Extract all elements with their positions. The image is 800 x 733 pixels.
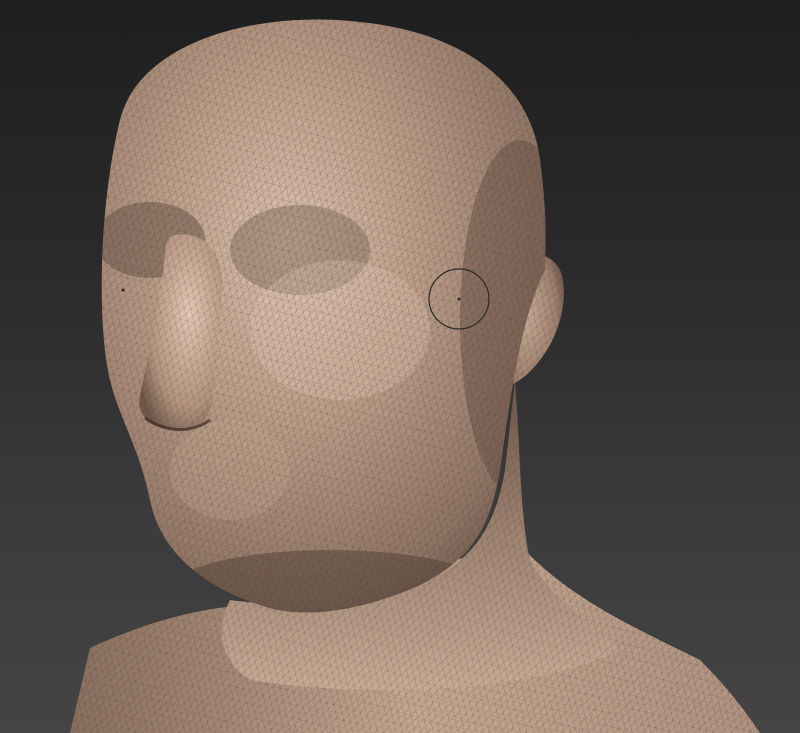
vertex-marker — [121, 288, 125, 292]
sculpt-viewport[interactable] — [0, 0, 800, 733]
viewport-canvas[interactable] — [0, 0, 800, 733]
